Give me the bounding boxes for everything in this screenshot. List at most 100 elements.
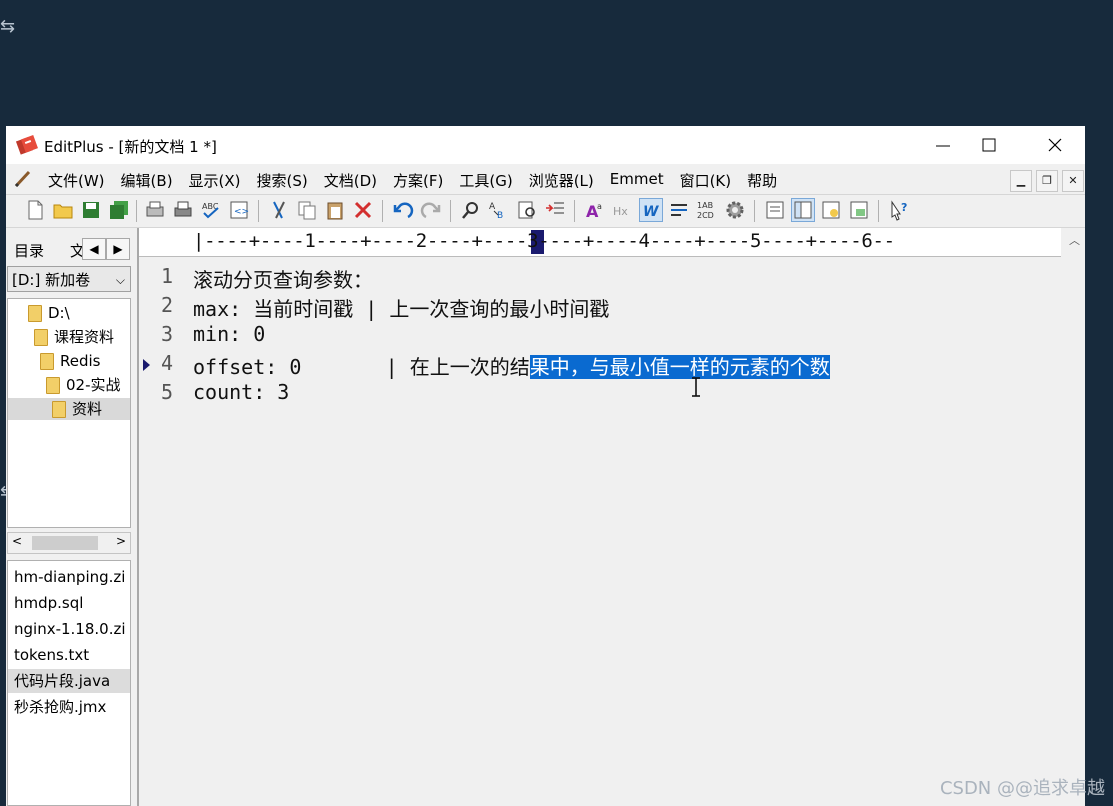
svg-text:A: A (489, 202, 496, 212)
menu-search[interactable]: 搜索(S) (249, 170, 316, 191)
editor-vertical-scrollbar[interactable]: ︿ (1063, 228, 1085, 806)
copy-icon[interactable] (296, 199, 318, 221)
save-icon[interactable] (80, 199, 102, 221)
file-item[interactable]: 秒杀抢购.jmx (14, 695, 130, 719)
spellcheck-icon[interactable]: ABC (200, 199, 222, 221)
ruler-text: |----+----1----+----2----+----3----+----… (193, 230, 895, 252)
code-line-2[interactable]: max: 当前时间戳 | 上一次查询的最小时间戳 (193, 293, 609, 322)
folder-open-icon (52, 400, 66, 418)
save-all-icon[interactable] (108, 199, 130, 221)
cliptext-window-icon[interactable] (820, 199, 842, 221)
title-bar: EditPlus - [新的文档 1 *] (6, 126, 1085, 164)
drive-select[interactable]: [D:] 新加卷 ⌵ (7, 266, 131, 292)
tab-scroll-right-button[interactable]: ▶ (106, 238, 130, 260)
tree-horizontal-scrollbar[interactable]: < > (7, 532, 131, 554)
chevron-right-icon[interactable]: > (116, 534, 126, 548)
code-line-1[interactable]: 滚动分页查询参数： (193, 264, 373, 293)
html-toolbar-icon[interactable]: Hx (612, 199, 634, 221)
folder-icon (28, 304, 42, 322)
find-in-files-icon[interactable] (516, 199, 538, 221)
settings-gear-icon[interactable] (724, 199, 746, 221)
document-window-icon[interactable] (764, 199, 786, 221)
tree-item-d-drive[interactable]: D:\ (28, 302, 70, 324)
cut-icon[interactable] (268, 199, 290, 221)
help-pointer-icon[interactable]: ? (888, 199, 910, 221)
code-line-3[interactable]: min: 0 (193, 322, 265, 346)
paste-icon[interactable] (324, 199, 346, 221)
menu-tools[interactable]: 工具(G) (451, 170, 520, 191)
mdi-restore-button[interactable]: ❐ (1036, 170, 1058, 192)
browser-preview-icon[interactable]: <> (228, 199, 250, 221)
minimize-icon (936, 145, 950, 147)
menu-file[interactable]: 文件(W) (40, 170, 113, 191)
chevron-left-icon[interactable]: < (12, 534, 22, 548)
menu-help[interactable]: 帮助 (739, 170, 785, 191)
tree-item-label: 课程资料 (54, 328, 115, 346)
sidebar-tabs: 目录 文 ◀ ▶ (6, 234, 133, 262)
font-icon[interactable]: Aa (584, 199, 606, 221)
tab-directory[interactable]: 目录 (14, 240, 44, 261)
chevron-down-icon: ⌵ (115, 273, 125, 287)
editor-pane[interactable]: |----+----1----+----2----+----3----+----… (137, 228, 1085, 806)
goto-line-icon[interactable] (544, 199, 566, 221)
chevron-up-icon[interactable]: ︿ (1069, 232, 1080, 248)
delete-icon[interactable] (352, 199, 374, 221)
undo-icon[interactable] (392, 199, 414, 221)
tree-item-label: 资料 (72, 400, 103, 418)
output-window-icon[interactable] (848, 199, 870, 221)
minimize-button[interactable] (920, 126, 966, 164)
svg-text:?: ? (901, 201, 907, 214)
tree-item-practice[interactable]: 02-实战 (46, 374, 121, 396)
mdi-minimize-button[interactable]: ▁ (1010, 170, 1032, 192)
code-text: min: 0 (193, 322, 266, 346)
menu-edit[interactable]: 编辑(B) (113, 170, 181, 191)
directory-window-icon[interactable] (791, 198, 815, 222)
mdi-close-button[interactable]: ✕ (1062, 170, 1084, 192)
close-icon (1048, 138, 1062, 152)
file-item-selected[interactable]: 代码片段.java (8, 669, 130, 693)
menu-emmet[interactable]: Emmet (602, 170, 672, 191)
menu-window[interactable]: 窗口(K) (672, 170, 740, 191)
print-preview-icon[interactable] (144, 199, 166, 221)
folder-icon (40, 352, 54, 370)
line-number: 2 (160, 293, 173, 317)
code-line-4[interactable]: offset: 0 | 在上一次的结果中，与最小值一样的元素的个数 (193, 351, 830, 380)
file-item[interactable]: hm-dianping.zi (14, 565, 130, 589)
code-text: 滚动分页查询参数： (193, 268, 373, 292)
open-folder-icon[interactable] (52, 199, 74, 221)
menu-project[interactable]: 方案(F) (385, 170, 451, 191)
menu-browser[interactable]: 浏览器(L) (521, 170, 602, 191)
tab-scroll-left-button[interactable]: ◀ (82, 238, 106, 260)
maximize-icon (982, 138, 996, 152)
word-wrap-icon[interactable]: W (639, 198, 663, 222)
replace-icon[interactable]: AB (488, 199, 510, 221)
file-item[interactable]: tokens.txt (14, 643, 130, 667)
code-text: offset: 0 | 在上一次的结 (193, 355, 530, 379)
line-number-icon[interactable]: 1AB2CD (696, 199, 718, 221)
pencil-icon (14, 170, 31, 188)
code-line-5[interactable]: count: 3 (193, 380, 289, 404)
editplus-window: EditPlus - [新的文档 1 *] 文件(W) 编辑(B) 显示(X) … (6, 126, 1085, 806)
tree-item-course-materials[interactable]: 课程资料 (34, 326, 114, 348)
tree-item-materials[interactable]: 资料 (8, 398, 130, 420)
file-item[interactable]: hmdp.sql (14, 591, 130, 615)
find-icon[interactable] (460, 199, 482, 221)
close-button[interactable] (1032, 126, 1078, 164)
line-number: 3 (160, 322, 173, 346)
maximize-button[interactable] (966, 126, 1012, 164)
folder-icon (34, 328, 48, 346)
tree-item-redis[interactable]: Redis (40, 350, 100, 372)
new-file-icon[interactable] (24, 199, 46, 221)
redo-icon[interactable] (420, 199, 442, 221)
menu-document[interactable]: 文档(D) (316, 170, 385, 191)
menu-view[interactable]: 显示(X) (181, 170, 249, 191)
tree-item-label: Redis (60, 352, 101, 370)
file-item[interactable]: nginx-1.18.0.zi (14, 617, 130, 641)
wrap-lines-icon[interactable] (668, 199, 690, 221)
scrollbar-thumb[interactable] (32, 536, 98, 550)
tree-item-label: 02-实战 (66, 376, 121, 394)
svg-text:W: W (643, 204, 659, 220)
print-icon[interactable] (172, 199, 194, 221)
file-list: hm-dianping.zi hmdp.sql nginx-1.18.0.zi … (7, 560, 131, 806)
line-number: 5 (160, 380, 173, 404)
